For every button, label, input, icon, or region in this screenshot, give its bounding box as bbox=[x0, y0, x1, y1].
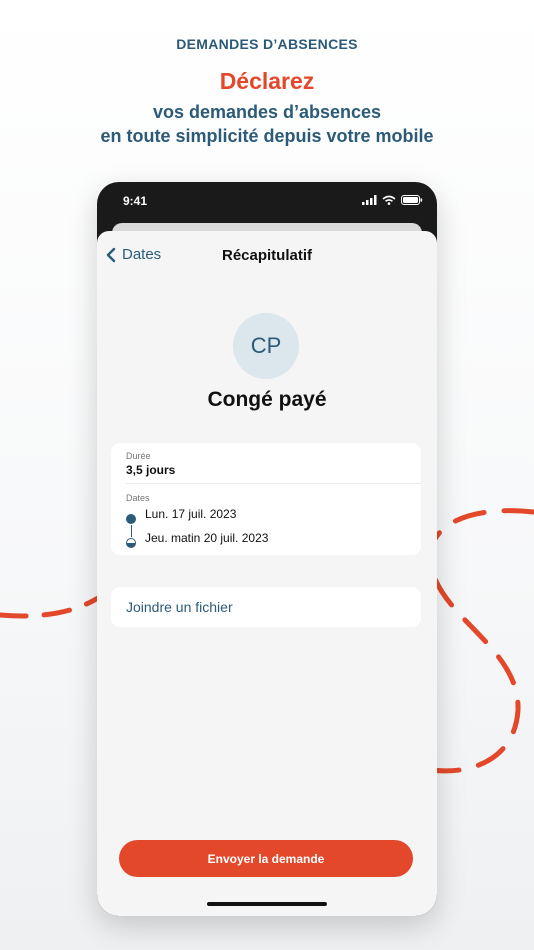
divider bbox=[126, 483, 421, 484]
status-bar: 9:41 bbox=[97, 182, 437, 222]
start-date-marker bbox=[126, 514, 136, 524]
duration-label: Durée bbox=[126, 451, 151, 461]
dates-label: Dates bbox=[126, 493, 150, 503]
end-date: Jeu. matin 20 juil. 2023 bbox=[145, 531, 269, 545]
absence-details-card: Durée 3,5 jours Dates Lun. 17 juil. 2023… bbox=[111, 443, 421, 555]
attach-file-button[interactable]: Joindre un fichier bbox=[111, 587, 421, 627]
absence-type-avatar: CP bbox=[233, 313, 299, 379]
duration-value: 3,5 jours bbox=[126, 463, 176, 477]
date-timeline-line bbox=[131, 525, 132, 537]
home-indicator bbox=[207, 902, 327, 906]
status-time: 9:41 bbox=[123, 194, 148, 208]
signal-icon bbox=[362, 195, 377, 205]
battery-icon bbox=[401, 195, 423, 205]
page-title: Récapitulatif bbox=[221, 247, 312, 264]
half-day-marker bbox=[126, 538, 136, 548]
attach-file-label: Joindre un fichier bbox=[126, 599, 233, 615]
phone-frame: 9:41 Dates Récapitulatif CP Congé payé D… bbox=[97, 182, 437, 916]
submit-request-button[interactable]: Envoyer la demande bbox=[119, 840, 413, 877]
start-date: Lun. 17 juil. 2023 bbox=[145, 507, 237, 521]
wifi-icon bbox=[382, 195, 396, 205]
absence-type-title: Congé payé bbox=[207, 388, 327, 411]
status-icons bbox=[362, 195, 423, 205]
summary-sheet: Dates Récapitulatif CP Congé payé Durée … bbox=[97, 231, 437, 916]
